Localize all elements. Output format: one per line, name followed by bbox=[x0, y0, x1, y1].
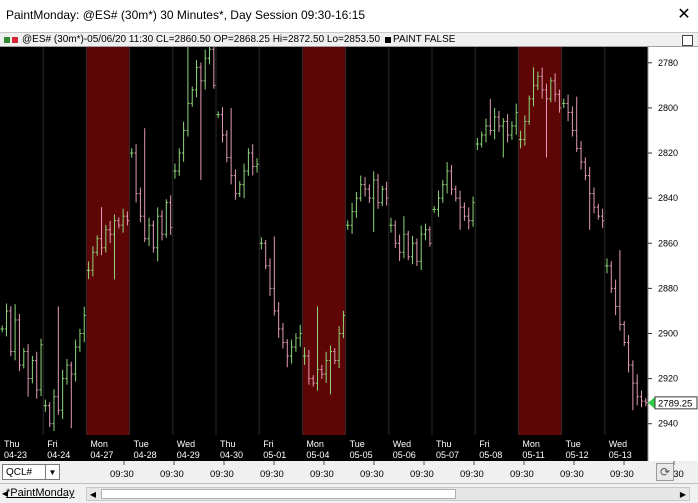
date-axis-date-label: 04-28 bbox=[134, 450, 157, 460]
title-bar: PaintMonday: @ES# (30m*) 30 Minutes*, Da… bbox=[0, 0, 698, 32]
price-axis-label: 2800 bbox=[658, 103, 678, 113]
time-axis-bar: 09:30 09:30 09:30 09:30 09:30 09:30 09:30 09:30… bbox=[0, 461, 698, 483]
date-axis-day-label: Wed bbox=[393, 439, 411, 449]
price-chart[interactable]: 2940 2920 2900 2880 2860 2840 2820 2800 2780 2789… bbox=[0, 47, 698, 461]
price-axis-label: 2820 bbox=[658, 148, 678, 158]
date-axis-day-label: Wed bbox=[177, 439, 195, 449]
time-axis-label: 09:30 bbox=[310, 469, 334, 480]
date-axis-date-label: 05-05 bbox=[350, 450, 373, 460]
close-icon: ✕ bbox=[677, 6, 691, 23]
price-axis-label: 2860 bbox=[658, 238, 678, 248]
date-axis-day-label: Tue bbox=[134, 439, 149, 449]
date-axis-date-label: 04-29 bbox=[177, 450, 200, 460]
restore-window-icon[interactable] bbox=[682, 35, 693, 46]
date-axis-date-label: 04-24 bbox=[47, 450, 70, 460]
time-axis-label: 09:30 bbox=[160, 469, 184, 480]
date-axis-day-label: Wed bbox=[609, 439, 627, 449]
date-axis-day-label: Fri bbox=[479, 439, 490, 449]
date-axis-day-label: Mon bbox=[522, 439, 540, 449]
date-axis-day-label: Thu bbox=[436, 439, 452, 449]
price-axis-label: 2920 bbox=[658, 374, 678, 384]
price-axis-label: 2940 bbox=[658, 419, 678, 429]
study-label: PAINT FALSE bbox=[393, 34, 456, 45]
monday-highlight bbox=[518, 47, 562, 435]
scroll-thumb[interactable] bbox=[101, 489, 456, 499]
price-axis-label: 2900 bbox=[658, 328, 678, 338]
date-axis-date-label: 05-11 bbox=[522, 450, 544, 460]
date-axis-day-label: Thu bbox=[220, 439, 236, 449]
date-axis-day-label: Tue bbox=[350, 439, 365, 449]
price-axis-label: 2840 bbox=[658, 193, 678, 203]
date-axis-day-label: Mon bbox=[90, 439, 108, 449]
time-axis-label: 09:30 bbox=[360, 469, 384, 480]
price-axis-label: 2880 bbox=[658, 283, 678, 293]
time-axis-label: 09:30 bbox=[610, 469, 634, 480]
date-axis-date-label: 04-23 bbox=[4, 450, 27, 460]
time-label-layer: 09:30 09:30 09:30 09:30 09:30 09:30 09:30 09:30… bbox=[110, 461, 684, 480]
date-axis-date-label: 04-27 bbox=[90, 450, 113, 460]
window-title: PaintMonday: @ES# (30m*) 30 Minutes*, Da… bbox=[6, 8, 366, 22]
date-axis-day-label: Fri bbox=[47, 439, 58, 449]
scroll-right-icon[interactable]: ▶ bbox=[677, 488, 689, 500]
down-color-swatch-icon bbox=[12, 36, 18, 43]
chart-info-bar: @ES# (30m*)-05/06/20 11:30 CL=2860.50 OP… bbox=[0, 32, 698, 47]
date-axis-date-label: 05-01 bbox=[263, 450, 286, 460]
date-axis-day-label: Fri bbox=[263, 439, 274, 449]
time-axis-svg: 09:30 09:30 09:30 09:30 09:30 09:30 09:30 09:30… bbox=[110, 461, 684, 480]
tab-paintmonday[interactable]: *PaintMonday bbox=[6, 487, 75, 499]
chevron-down-icon[interactable]: ▼ bbox=[45, 465, 59, 479]
date-axis-day-label: Tue bbox=[566, 439, 581, 449]
time-axis-label: 09:30 bbox=[210, 469, 234, 480]
date-axis-date-label: 05-12 bbox=[566, 450, 589, 460]
last-price-label: 2789.25 bbox=[658, 398, 692, 409]
time-axis-label: 09:30 bbox=[260, 469, 284, 480]
date-label-layer: Thu04-23Fri04-24Mon04-27Tue04-28Wed04-29… bbox=[4, 439, 632, 460]
refresh-icon: ⟳ bbox=[659, 465, 671, 479]
info-text-row: @ES# (30m*)-05/06/20 11:30 CL=2860.50 OP… bbox=[4, 34, 455, 45]
up-color-swatch-icon bbox=[4, 36, 10, 43]
date-axis-day-label: Mon bbox=[306, 439, 324, 449]
bar-info-text: @ES# (30m*)-05/06/20 11:30 CL=2860.50 OP… bbox=[22, 34, 381, 45]
symbol-input[interactable]: QCL# bbox=[3, 467, 45, 478]
date-axis-day-label: Thu bbox=[4, 439, 20, 449]
date-axis-date-label: 05-06 bbox=[393, 450, 416, 460]
scroll-left-icon[interactable]: ◀ bbox=[87, 488, 99, 500]
time-axis-label: 09:30 bbox=[510, 469, 534, 480]
price-axis-label: 2780 bbox=[658, 58, 678, 68]
close-button[interactable]: ✕ bbox=[674, 4, 694, 24]
time-axis-label: 09:30 bbox=[560, 469, 584, 480]
date-axis-date-label: 05-08 bbox=[479, 450, 502, 460]
symbol-selector[interactable]: QCL# ▼ bbox=[2, 464, 60, 480]
horizontal-scrollbar[interactable]: ◀ ▶ bbox=[86, 487, 690, 501]
monday-highlight bbox=[86, 47, 130, 435]
date-axis-date-label: 05-13 bbox=[609, 450, 632, 460]
date-axis-date-label: 05-04 bbox=[306, 450, 329, 460]
time-axis-label: 09:30 bbox=[460, 469, 484, 480]
study-color-swatch-icon bbox=[385, 36, 392, 43]
time-axis-label: 09:30 bbox=[110, 469, 134, 480]
workspace-bar: ◀ *PaintMonday ◀ ▶ bbox=[0, 483, 698, 503]
date-axis-date-label: 04-30 bbox=[220, 450, 243, 460]
date-axis-date-label: 05-07 bbox=[436, 450, 459, 460]
refresh-button[interactable]: ⟳ bbox=[656, 463, 674, 481]
time-axis-label: 09:30 bbox=[410, 469, 434, 480]
